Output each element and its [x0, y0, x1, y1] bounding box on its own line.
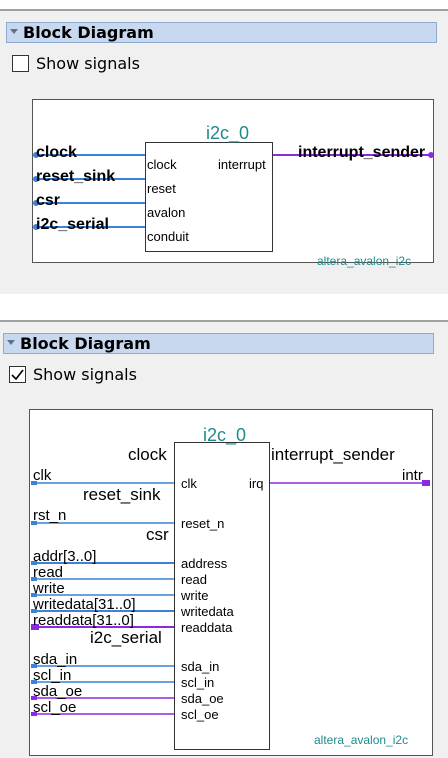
port-irq-label: irq — [249, 476, 264, 491]
block-diagram-header[interactable]: Block Diagram — [6, 22, 437, 43]
port-writedata-label: writedata — [181, 604, 234, 619]
external-csr-label: csr — [36, 192, 61, 209]
external-rst-n-label: rst_n — [33, 507, 67, 524]
diagram-canvas: i2c_0 clock reset_sink csr i2c_serial in… — [29, 409, 433, 756]
port-conduit-label: conduit — [147, 229, 189, 244]
external-clock-label: clock — [36, 144, 77, 161]
interrupt-connector-dot — [428, 152, 433, 158]
collapse-triangle-icon[interactable] — [10, 29, 18, 34]
intr-connector — [422, 480, 430, 486]
block-diagram-header[interactable]: Block Diagram — [3, 333, 434, 354]
group-i2c-serial-label: i2c_serial — [90, 628, 162, 647]
group-interrupt-sender-label: interrupt_sender — [271, 445, 395, 464]
show-signals-label: Show signals — [36, 54, 140, 73]
block-diagram-title: Block Diagram — [20, 334, 151, 353]
port-reset-n-label: reset_n — [181, 516, 225, 531]
checkmark-icon — [11, 369, 24, 381]
external-intr-label: intr — [402, 467, 423, 484]
port-scl-in-label: scl_in — [181, 675, 215, 690]
external-i2c-serial-label: i2c_serial — [36, 216, 109, 233]
show-signals-label: Show signals — [33, 365, 137, 384]
external-write-label: write — [33, 580, 65, 597]
external-readdata-label: readdata[31..0] — [33, 612, 134, 629]
instance-name: i2c_0 — [206, 123, 250, 143]
external-interrupt-sender-label: interrupt_sender — [298, 144, 426, 161]
instance-name: i2c_0 — [203, 425, 247, 445]
port-sda-in-label: sda_in — [181, 659, 220, 674]
component-type-label: altera_avalon_i2c — [317, 254, 412, 268]
block-diagram-panel-collapsed-signals: Block Diagram Show signals i2c_0 clock r… — [0, 9, 448, 294]
show-signals-checkbox[interactable] — [9, 366, 26, 383]
port-read-label: read — [181, 572, 208, 587]
collapse-triangle-icon[interactable] — [7, 340, 15, 345]
port-scl-oe-label: scl_oe — [181, 707, 219, 722]
port-clk-label: clk — [181, 476, 197, 491]
block-diagram-title: Block Diagram — [23, 23, 154, 42]
port-interrupt-label: interrupt — [218, 157, 266, 172]
port-address-label: address — [181, 556, 228, 571]
port-clock-label: clock — [147, 157, 177, 172]
external-scl-in-label: scl_in — [33, 667, 72, 684]
group-reset-sink-label: reset_sink — [83, 485, 161, 504]
port-sda-oe-label: sda_oe — [181, 691, 224, 706]
port-avalon-label: avalon — [147, 205, 186, 220]
block-diagram-panel-show-signals: Block Diagram Show signals i2c_0 clock r… — [0, 320, 448, 758]
group-csr-label: csr — [146, 525, 169, 544]
component-type-label: altera_avalon_i2c — [314, 733, 409, 747]
external-scl-oe-label: scl_oe — [33, 699, 77, 716]
port-write-label: write — [181, 588, 209, 603]
external-addr-label: addr[3..0] — [33, 548, 97, 565]
group-clock-label: clock — [128, 445, 167, 464]
external-reset-sink-label: reset_sink — [36, 168, 116, 185]
external-clk-label: clk — [33, 467, 52, 484]
port-readdata-label: readdata — [181, 620, 233, 635]
diagram-canvas: i2c_0 clock reset_sink csr i2c_serial cl… — [32, 99, 434, 267]
show-signals-checkbox[interactable] — [12, 55, 29, 72]
port-reset-label: reset — [147, 181, 176, 196]
external-writedata-label: writedata[31..0] — [33, 596, 136, 613]
external-sda-oe-label: sda_oe — [33, 683, 83, 700]
external-read-label: read — [33, 564, 64, 581]
external-sda-in-label: sda_in — [33, 651, 78, 668]
